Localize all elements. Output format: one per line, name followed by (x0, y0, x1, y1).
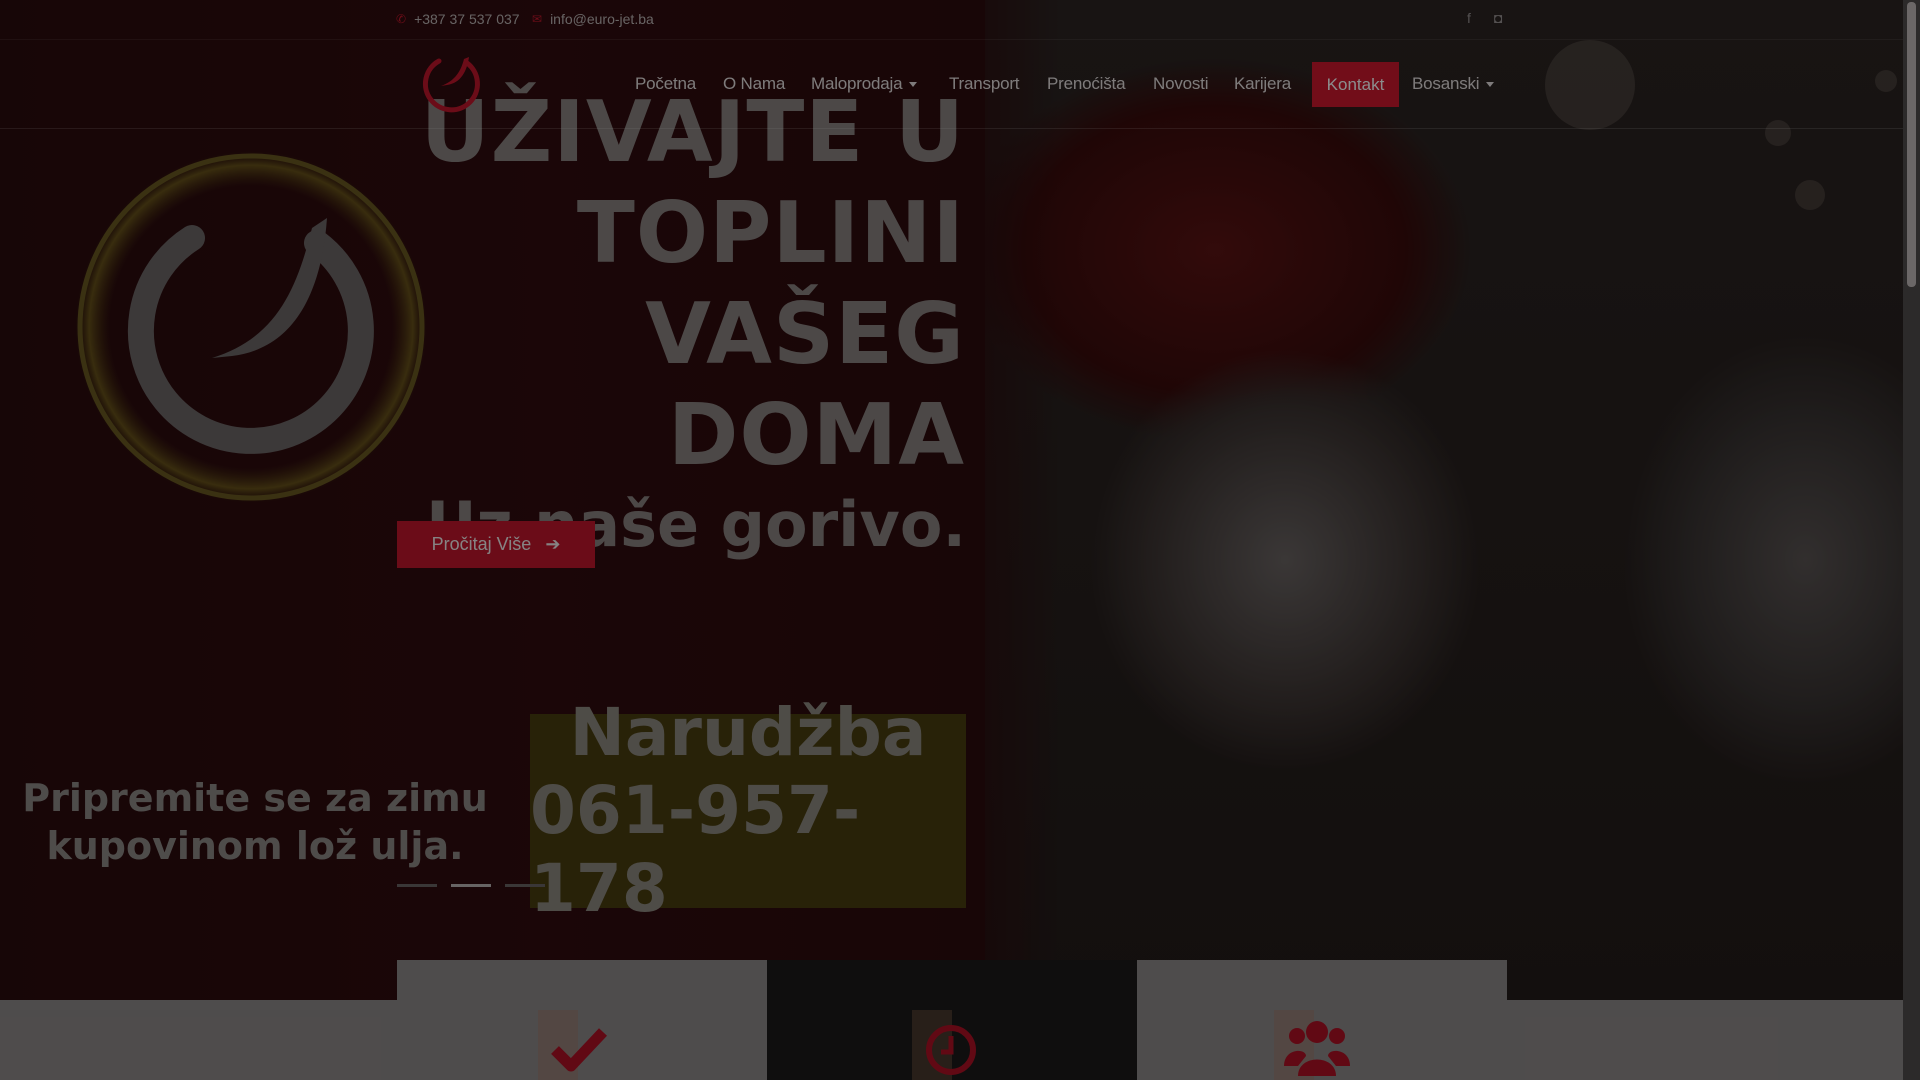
winter-promo-text: Pripremite se za zimu kupovinom lož ulja… (22, 776, 488, 868)
nav-contact-button[interactable]: Kontakt (1312, 62, 1399, 107)
nav-item-novosti[interactable]: Novosti (1153, 74, 1208, 94)
chevron-down-icon (1486, 82, 1495, 88)
email-contact[interactable]: ✉ info@euro-jet.ba (532, 11, 654, 27)
slide-indicator-1[interactable] (397, 884, 437, 887)
nav-item-o-nama[interactable]: O Nama (723, 74, 785, 94)
phone-icon: ✆ (396, 12, 407, 26)
arrow-right-icon: ➔ (545, 534, 561, 554)
feature-card-quality (397, 960, 767, 1080)
feature-card-time (767, 960, 1137, 1080)
hero-photo (985, 0, 1903, 1000)
language-selector[interactable]: Bosanski (1412, 74, 1495, 94)
nav-item-transport[interactable]: Transport (949, 74, 1020, 94)
slide-indicator-3[interactable] (505, 884, 545, 887)
feature-card-team (1137, 960, 1507, 1080)
users-icon (1284, 1021, 1350, 1076)
hero-slider: UŽIVAJTE U TOPLINI VAŠEG DOMA Uz naše go… (0, 0, 1903, 1000)
order-title: Narudžba (569, 694, 927, 771)
top-bar: ✆ +387 37 537 037 ✉ info@euro-jet.ba f ◘ (0, 0, 1903, 40)
nav-item-maloprodaja[interactable]: Maloprodaja (811, 74, 918, 94)
instagram-icon[interactable]: ◘ (1494, 10, 1502, 26)
nav-item-pocetna[interactable]: Početna (635, 74, 696, 94)
nav-item-karijera[interactable]: Karijera (1234, 74, 1291, 94)
nav-item-prenocista[interactable]: Prenoćišta (1047, 74, 1126, 94)
order-phone: 061-957-178 (530, 772, 861, 927)
order-box: Narudžba 061-957-178 (530, 694, 966, 927)
logo-icon[interactable] (419, 51, 481, 113)
scrollbar-thumb[interactable] (1907, 2, 1916, 287)
envelope-icon: ✉ (532, 12, 543, 26)
hero-headline: UŽIVAJTE U TOPLINI VAŠEG DOMA (420, 83, 965, 485)
page-scrollbar[interactable] (1903, 0, 1920, 1080)
main-navbar: Početna O Nama Maloprodaja Transport Pre… (0, 40, 1903, 129)
read-more-button[interactable]: Pročitaj Više ➔ (397, 521, 595, 568)
phone-contact[interactable]: ✆ +387 37 537 037 (396, 11, 520, 27)
hero-subheadline: Uz naše gorivo. (426, 488, 966, 561)
chevron-down-icon (909, 82, 918, 88)
slide-indicators (397, 884, 545, 887)
slide-indicator-2[interactable] (451, 884, 491, 887)
facebook-icon[interactable]: f (1467, 10, 1471, 26)
clock-icon (926, 1025, 976, 1075)
checkmark-icon (551, 1028, 607, 1072)
